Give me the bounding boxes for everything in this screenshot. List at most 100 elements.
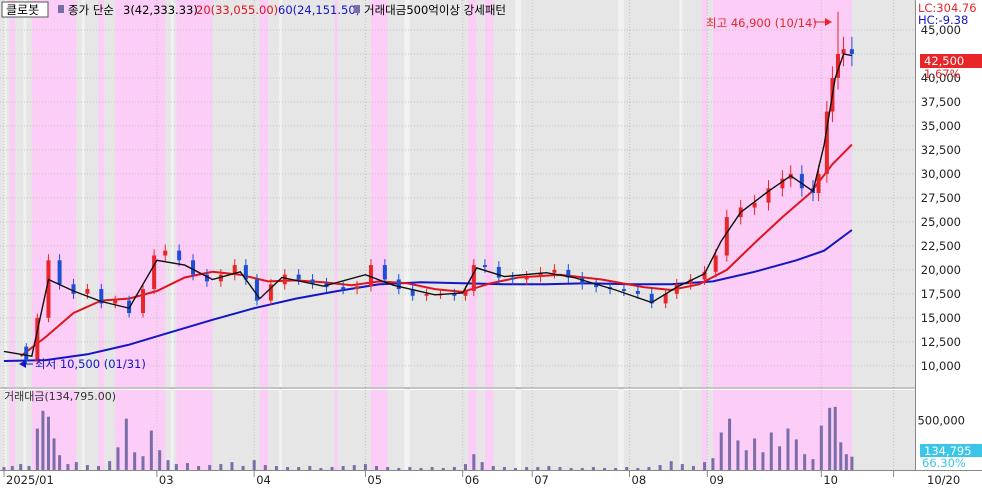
volume-bar	[10, 466, 14, 470]
volume-bar	[491, 466, 495, 470]
pattern-highlight-band	[115, 0, 166, 387]
volume-bar	[452, 467, 456, 470]
candle-body	[113, 300, 118, 304]
volume-bar	[833, 406, 837, 470]
volume-bar	[52, 438, 56, 470]
volume-bar	[430, 467, 434, 470]
pattern-highlight-band	[701, 0, 708, 387]
volume-bar	[736, 440, 740, 470]
volume-bar	[319, 468, 323, 470]
pattern-highlight-band	[484, 390, 494, 470]
pattern-highlight-band	[170, 0, 174, 470]
volume-bar	[149, 430, 153, 470]
volume-bar	[141, 456, 145, 470]
volume-bar	[241, 466, 245, 470]
volume-bar	[719, 432, 723, 470]
volume-bar	[558, 467, 562, 470]
date-tick-label: 10	[823, 473, 838, 487]
candle-body	[355, 286, 360, 290]
date-tick-label: 05	[367, 473, 382, 487]
volume-bar	[108, 461, 112, 470]
candle-body	[57, 260, 62, 285]
candle-body	[635, 290, 640, 294]
volume-bar	[819, 425, 823, 470]
candle-body	[71, 284, 76, 294]
price-tick-label: 10,000	[921, 359, 961, 373]
volume-tick-label: 500,000	[917, 414, 965, 428]
candle-body	[341, 287, 346, 290]
hc-value: HC:-9.38	[918, 13, 968, 27]
volume-bar	[363, 464, 367, 470]
pattern-legend: 거래대금500억이상 강세패턴	[364, 3, 506, 17]
price-tick-label: 25,000	[921, 215, 961, 229]
volume-bar	[753, 438, 757, 470]
volume-bar	[744, 450, 748, 470]
volume-bar	[2, 467, 6, 470]
date-tick-label: 09	[709, 473, 724, 487]
volume-bar	[839, 442, 843, 470]
volume-bar	[408, 467, 412, 470]
pattern-highlight-band	[115, 390, 166, 470]
volume-bar	[728, 418, 732, 470]
volume-bar	[778, 446, 782, 470]
date-tick-label: 10/20	[927, 473, 960, 487]
volume-bar	[658, 465, 662, 470]
candle-body	[177, 250, 182, 261]
volume-bar	[691, 466, 695, 470]
volume-bar	[441, 468, 445, 470]
candle-body	[191, 260, 196, 275]
volume-bar	[308, 466, 312, 470]
date-tick-label: 06	[465, 473, 480, 487]
pattern-highlight-band	[259, 0, 269, 387]
volume-bar	[580, 468, 584, 470]
pattern-highlight-band	[334, 0, 338, 387]
volume-bar	[252, 460, 256, 470]
candle-body	[552, 269, 557, 273]
candle-body	[849, 49, 854, 54]
price-tick-label: 17,500	[921, 287, 961, 301]
candle-body	[163, 250, 168, 256]
volume-bar	[286, 467, 290, 470]
price-tick-label: 37,500	[921, 95, 961, 109]
ma-legend-label: 종가 단순	[68, 3, 114, 17]
volume-bar	[19, 464, 23, 470]
volume-bar	[397, 468, 401, 470]
candle-body	[724, 217, 729, 256]
stock-chart: 10,000 12,500 15,000 17,500 20,000 22,500 25,0…	[0, 0, 982, 489]
low-annotation: 최저 10,500 (01/31)	[35, 357, 146, 371]
volume-bar	[711, 458, 715, 470]
volume-bar	[185, 463, 189, 470]
volume-bar	[591, 467, 595, 470]
price-tick-label: 15,000	[921, 311, 961, 325]
pattern-highlight-band	[370, 390, 388, 470]
candle-body	[799, 173, 804, 189]
stock-name: 클로봇	[6, 3, 39, 17]
pattern-legend-swatch	[354, 5, 360, 13]
volume-bar	[547, 466, 551, 470]
candle-body	[296, 274, 301, 280]
volume-bar	[472, 454, 476, 470]
pattern-highlight-band	[334, 390, 338, 470]
candle-body	[713, 255, 718, 272]
volume-bar	[208, 465, 212, 470]
volume-bar	[786, 428, 790, 470]
price-tick-label: 20,000	[921, 263, 961, 277]
ma-legend-swatch	[58, 5, 64, 13]
pattern-highlight-band	[279, 0, 282, 470]
ma60-legend: 60(24,151.50)	[278, 3, 360, 17]
ma3-legend: 3(42,333.33)	[123, 3, 198, 17]
volume-bar	[647, 467, 651, 470]
volume-bar	[74, 462, 78, 470]
pattern-highlight-band	[515, 0, 522, 470]
volume-bar	[219, 464, 223, 470]
candle-body	[282, 274, 287, 285]
chart-canvas: 10,000 12,500 15,000 17,500 20,000 22,500 25,0…	[0, 0, 982, 489]
volume-bar	[133, 452, 137, 470]
volume-axis: 500,000	[917, 414, 965, 428]
volume-bar	[97, 466, 101, 470]
volume-bar	[525, 467, 529, 470]
volume-bar	[27, 466, 31, 470]
volume-bar	[463, 464, 467, 470]
candle-body	[141, 289, 145, 314]
date-tick-label: 07	[534, 473, 549, 487]
